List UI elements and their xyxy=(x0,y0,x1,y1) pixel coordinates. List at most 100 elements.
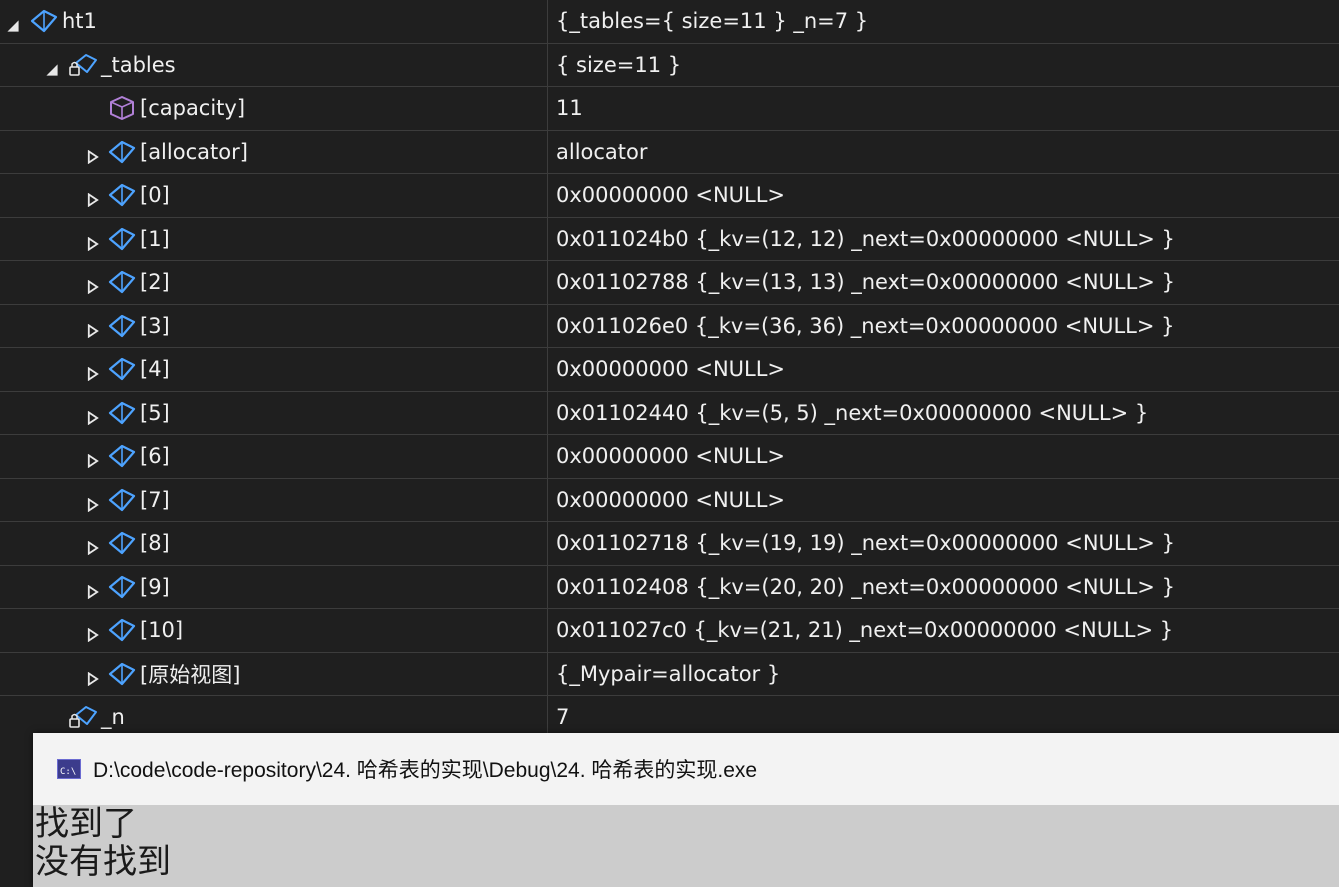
expand-arrow-icon[interactable] xyxy=(86,362,100,382)
expand-arrow-icon[interactable] xyxy=(86,188,100,208)
watch-row[interactable]: ht1 {_tables={ size=11 } _n=7 } xyxy=(0,0,1339,44)
expand-arrow-icon[interactable] xyxy=(86,536,100,556)
object-icon xyxy=(107,182,137,208)
watch-name-cell: [allocator] xyxy=(0,130,548,173)
watch-row[interactable]: [5] 0x01102440 {_kv=(5, 5) _next=0x000000… xyxy=(0,391,1339,435)
watch-value[interactable]: 0x01102440 {_kv=(5, 5) _next=0x00000000 … xyxy=(548,392,1339,435)
watch-name-cell: _tables xyxy=(0,43,548,86)
object-icon xyxy=(107,226,137,252)
watch-name: [1] xyxy=(140,226,170,251)
watch-value[interactable]: 0x01102718 {_kv=(19, 19) _next=0x0000000… xyxy=(548,522,1339,565)
watch-name: [allocator] xyxy=(140,139,248,164)
watch-name: [8] xyxy=(140,531,170,556)
watch-value[interactable]: 0x011026e0 {_kv=(36, 36) _next=0x0000000… xyxy=(548,305,1339,348)
console-titlebar[interactable]: C:\ D:\code\code-repository\24. 哈希表的实现\D… xyxy=(33,733,1339,805)
watch-name-cell: [5] xyxy=(0,391,548,434)
watch-row[interactable]: _tables { size=11 } xyxy=(0,43,1339,87)
property-cube-icon xyxy=(107,95,137,121)
object-icon xyxy=(107,661,137,687)
watch-row[interactable]: [6] 0x00000000 <NULL> xyxy=(0,435,1339,479)
object-icon xyxy=(107,313,137,339)
watch-name: [6] xyxy=(140,444,170,469)
watch-name: [0] xyxy=(140,183,170,208)
watch-row[interactable]: [4] 0x00000000 <NULL> xyxy=(0,348,1339,392)
watch-row[interactable]: [2] 0x01102788 {_kv=(13, 13) _next=0x0000… xyxy=(0,261,1339,305)
expand-arrow-icon[interactable] xyxy=(86,449,100,469)
object-icon xyxy=(107,617,137,643)
watch-gutter xyxy=(0,733,33,887)
watch-value[interactable]: 0x00000000 <NULL> xyxy=(548,435,1339,478)
watch-value[interactable]: 0x011024b0 {_kv=(12, 12) _next=0x0000000… xyxy=(548,218,1339,261)
watch-row[interactable]: [8] 0x01102718 {_kv=(19, 19) _next=0x0000… xyxy=(0,522,1339,566)
watch-name-cell: [9] xyxy=(0,565,548,608)
watch-name-cell: [7] xyxy=(0,478,548,521)
watch-name-cell: [10] xyxy=(0,609,548,652)
watch-value[interactable]: 0x00000000 <NULL> xyxy=(548,479,1339,522)
console-app-icon: C:\ xyxy=(57,759,81,779)
private-object-icon xyxy=(68,704,98,730)
watch-row[interactable]: [3] 0x011026e0 {_kv=(36, 36) _next=0x0000… xyxy=(0,304,1339,348)
watch-row[interactable]: [allocator] allocator xyxy=(0,130,1339,174)
expand-arrow-icon[interactable] xyxy=(86,145,100,165)
watch-row[interactable]: [9] 0x01102408 {_kv=(20, 20) _next=0x0000… xyxy=(0,565,1339,609)
watch-name: [4] xyxy=(140,357,170,382)
watch-name: [2] xyxy=(140,270,170,295)
expand-arrow-icon[interactable] xyxy=(86,232,100,252)
watch-value[interactable]: 0x00000000 <NULL> xyxy=(548,348,1339,391)
object-icon xyxy=(107,269,137,295)
watch-name-cell: [capacity] xyxy=(0,87,548,130)
watch-value[interactable]: 0x011027c0 {_kv=(21, 21) _next=0x0000000… xyxy=(548,609,1339,652)
watch-name-cell: [3] xyxy=(0,304,548,347)
watch-name: _tables xyxy=(101,52,176,77)
watch-row[interactable]: [0] 0x00000000 <NULL> xyxy=(0,174,1339,218)
watch-name: [10] xyxy=(140,618,184,643)
console-output: 找到了 没有找到 xyxy=(33,805,1339,881)
watch-row[interactable]: [capacity] 11 xyxy=(0,87,1339,131)
watch-value[interactable]: 0x00000000 <NULL> xyxy=(548,174,1339,217)
object-icon xyxy=(107,139,137,165)
watch-name: ht1 xyxy=(62,9,97,34)
watch-value[interactable]: allocator xyxy=(548,131,1339,174)
watch-name: [capacity] xyxy=(140,96,246,121)
watch-row[interactable]: [7] 0x00000000 <NULL> xyxy=(0,478,1339,522)
watch-name-cell: [0] xyxy=(0,174,548,217)
watch-name-cell: [2] xyxy=(0,261,548,304)
watch-name: [5] xyxy=(140,400,170,425)
object-icon xyxy=(29,8,59,34)
watch-value[interactable]: {_tables={ size=11 } _n=7 } xyxy=(548,0,1339,43)
watch-name: [9] xyxy=(140,574,170,599)
watch-row[interactable]: [原始视图] {_Mypair=allocator } xyxy=(0,652,1339,696)
watch-value[interactable]: 11 xyxy=(548,87,1339,130)
expand-arrow-icon[interactable] xyxy=(86,275,100,295)
object-icon xyxy=(107,574,137,600)
watch-value[interactable]: {_Mypair=allocator } xyxy=(548,653,1339,696)
watch-row[interactable]: [1] 0x011024b0 {_kv=(12, 12) _next=0x0000… xyxy=(0,217,1339,261)
collapse-arrow-icon[interactable] xyxy=(6,14,20,32)
watch-name-cell: [6] xyxy=(0,435,548,478)
expand-arrow-icon[interactable] xyxy=(86,667,100,687)
watch-value[interactable]: 0x01102408 {_kv=(20, 20) _next=0x0000000… xyxy=(548,566,1339,609)
console-window[interactable]: C:\ D:\code\code-repository\24. 哈希表的实现\D… xyxy=(33,733,1339,887)
watch-name: [3] xyxy=(140,313,170,338)
expand-arrow-icon[interactable] xyxy=(86,319,100,339)
watch-value[interactable]: { size=11 } xyxy=(548,44,1339,87)
watch-name-cell: [1] xyxy=(0,217,548,260)
expand-arrow-icon[interactable] xyxy=(86,580,100,600)
collapse-arrow-icon[interactable] xyxy=(45,58,59,76)
object-icon xyxy=(107,487,137,513)
watch-name: [原始视图] xyxy=(140,662,241,687)
watch-name-cell: [原始视图] xyxy=(0,652,548,695)
expand-arrow-icon[interactable] xyxy=(86,623,100,643)
object-icon xyxy=(107,530,137,556)
expand-arrow-icon[interactable] xyxy=(86,493,100,513)
expand-arrow-icon[interactable] xyxy=(86,406,100,426)
console-line: 找到了 xyxy=(35,804,137,844)
object-icon xyxy=(107,443,137,469)
console-line: 没有找到 xyxy=(35,842,171,882)
watch-row[interactable]: [10] 0x011027c0 {_kv=(21, 21) _next=0x000… xyxy=(0,609,1339,653)
console-title: D:\code\code-repository\24. 哈希表的实现\Debug… xyxy=(93,759,758,782)
watch-value[interactable]: 0x01102788 {_kv=(13, 13) _next=0x0000000… xyxy=(548,261,1339,304)
object-icon xyxy=(107,356,137,382)
object-icon xyxy=(107,400,137,426)
private-object-icon xyxy=(68,52,98,78)
